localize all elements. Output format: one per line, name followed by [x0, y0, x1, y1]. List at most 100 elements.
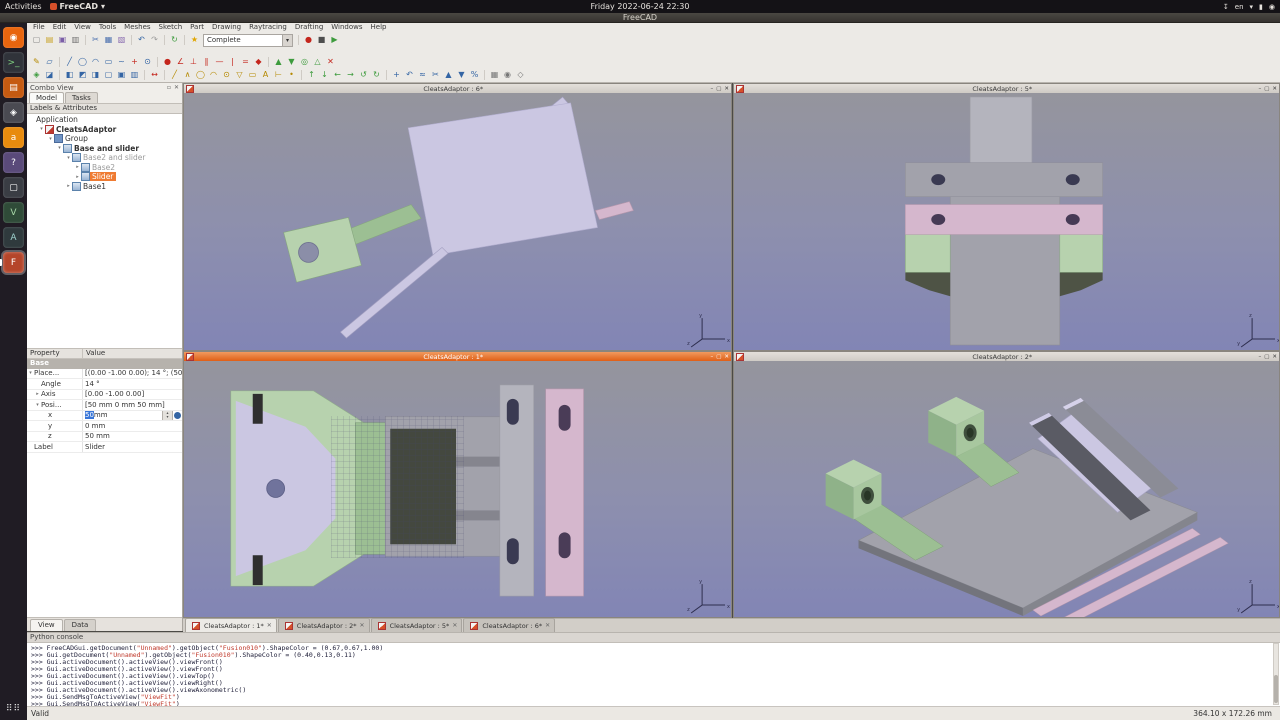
part-cross-bar[interactable] — [905, 163, 1102, 197]
view-axonometric-icon[interactable]: ◪ — [44, 69, 56, 81]
close-tab-icon[interactable]: ✕ — [267, 622, 272, 629]
workbench-star-icon[interactable]: ★ — [189, 34, 201, 46]
tree-item-base-and-slider[interactable]: ▾Base and slider — [27, 144, 182, 154]
viewport-2[interactable]: x z y — [734, 361, 1279, 617]
menu-view[interactable]: View — [70, 23, 95, 32]
view-left-icon[interactable]: ▥ — [129, 69, 141, 81]
maximize-icon[interactable]: ▢ — [716, 86, 721, 92]
rotate-cw-icon[interactable]: ↻ — [371, 69, 383, 81]
property-row-place[interactable]: ▾Place...[(0.00 -1.00 0.00); 14 °; (50 m… — [27, 369, 182, 380]
minimize-icon[interactable]: – — [710, 354, 713, 360]
draft-dimension-icon[interactable]: ⊢ — [273, 69, 285, 81]
property-row-x[interactable]: x50 mm▴▾ — [27, 411, 182, 422]
maximize-icon[interactable]: ▢ — [1264, 354, 1269, 360]
document-tab-cleatsadaptor-1[interactable]: CleatsAdaptor : 1*✕ — [185, 618, 277, 632]
property-value[interactable]: [(0.00 -1.00 0.00); 14 °; (50 mm 0 mm 5.… — [83, 369, 182, 379]
minimize-icon[interactable]: – — [1258, 354, 1261, 360]
tree-item-base2-and-slider[interactable]: ▾Base2 and slider — [27, 153, 182, 163]
revolve-icon[interactable]: ◎ — [299, 56, 311, 68]
mdi-titlebar-6[interactable]: CleatsAdaptor : 6* – ▢ ✕ — [184, 84, 731, 93]
loft-icon[interactable]: △ — [312, 56, 324, 68]
expression-editor-icon[interactable] — [174, 412, 181, 419]
tree-expand-icon[interactable]: ▾ — [38, 126, 45, 132]
view-right-icon[interactable]: ◨ — [90, 69, 102, 81]
delete-icon[interactable]: ✕ — [325, 56, 337, 68]
menu-part[interactable]: Part — [186, 23, 208, 32]
draft-text-icon[interactable]: A — [260, 69, 272, 81]
mdi-titlebar-5[interactable]: CleatsAdaptor : 5* – ▢ ✕ — [734, 84, 1279, 93]
close-icon[interactable]: ✕ — [1272, 354, 1277, 360]
property-expand-icon[interactable]: ▾ — [27, 370, 34, 376]
sketch-create-icon[interactable]: ✎ — [31, 56, 43, 68]
workbench-selector[interactable]: Complete▾ — [203, 34, 293, 47]
close-icon[interactable]: ✕ — [724, 354, 729, 360]
draft-rectangle-icon[interactable]: ▭ — [247, 69, 259, 81]
working-plane-icon[interactable]: ◇ — [515, 69, 527, 81]
viewport-canvas-2[interactable]: x z y — [734, 361, 1279, 617]
paste-icon[interactable]: ▧ — [116, 34, 128, 46]
menu-help[interactable]: Help — [367, 23, 391, 32]
constraint-vertical-icon[interactable]: | — [227, 56, 239, 68]
constraint-perpendicular-icon[interactable]: ⊥ — [188, 56, 200, 68]
property-expand-icon[interactable]: ▾ — [34, 402, 41, 408]
menu-raytracing[interactable]: Raytracing — [245, 23, 291, 32]
pan-up-icon[interactable]: ↑ — [306, 69, 318, 81]
part-base-plate[interactable] — [408, 103, 597, 255]
maximize-icon[interactable]: ▢ — [716, 354, 721, 360]
viewport-5[interactable]: x z y — [734, 93, 1279, 350]
viewport-canvas-1[interactable]: x y z — [184, 361, 731, 617]
scrollbar-thumb[interactable] — [1274, 675, 1278, 703]
mdi-window-6[interactable]: CleatsAdaptor : 6* – ▢ ✕ — [183, 83, 732, 351]
part-gray-bar[interactable] — [500, 385, 534, 596]
snap-grid-icon[interactable]: ▦ — [489, 69, 501, 81]
draft-trimex-icon[interactable]: ✂ — [430, 69, 442, 81]
macro-execute-icon[interactable]: ▶ — [329, 34, 341, 46]
print-icon[interactable]: ▥ — [70, 34, 82, 46]
screenshot-tool-launcher-icon[interactable]: ▢ — [3, 177, 24, 198]
app-menu-button[interactable]: FreeCAD ▾ — [50, 2, 105, 11]
tree-expand-icon[interactable]: ▾ — [56, 145, 63, 151]
python-console-header[interactable]: Python console — [27, 633, 1280, 643]
sketch-ellipse-icon[interactable]: ⊙ — [142, 56, 154, 68]
tree-item-slider[interactable]: ▸Slider — [27, 172, 182, 182]
terminal-launcher-icon[interactable]: >_ — [3, 52, 24, 73]
draft-move-icon[interactable]: + — [391, 69, 403, 81]
constraint-horizontal-icon[interactable]: — — [214, 56, 226, 68]
pan-left-icon[interactable]: ← — [332, 69, 344, 81]
tree-expand-icon[interactable]: ▸ — [74, 174, 81, 180]
tab-model[interactable]: Model — [29, 92, 64, 103]
new-document-icon[interactable]: ▢ — [31, 34, 43, 46]
constraint-equal-icon[interactable]: = — [240, 56, 252, 68]
console-scrollbar[interactable] — [1273, 643, 1279, 705]
close-icon[interactable]: ✕ — [724, 86, 729, 92]
tree-expand-icon[interactable]: ▾ — [65, 155, 72, 161]
constraint-coincident-icon[interactable]: ● — [162, 56, 174, 68]
mdi-window-2[interactable]: CleatsAdaptor : 2* – ▢ ✕ — [733, 351, 1280, 618]
value-spinner[interactable]: ▴▾ — [162, 411, 173, 421]
clock[interactable]: Friday 2022-06-24 22:30 — [0, 2, 1280, 11]
part-green-fan[interactable] — [231, 391, 373, 586]
draft-line-icon[interactable]: ╱ — [169, 69, 181, 81]
pad-icon[interactable]: ▲ — [273, 56, 285, 68]
activities-button[interactable]: Activities — [5, 2, 42, 11]
macro-stop-icon[interactable]: ■ — [316, 34, 328, 46]
sketch-rectangle-icon[interactable]: ▭ — [103, 56, 115, 68]
menu-edit[interactable]: Edit — [49, 23, 71, 32]
pocket-icon[interactable]: ▼ — [286, 56, 298, 68]
tree-expand-icon[interactable]: ▸ — [74, 164, 81, 170]
property-expand-icon[interactable]: ▸ — [34, 391, 41, 397]
layout-caret-icon[interactable]: ▾ — [1250, 3, 1254, 11]
python-console-output[interactable]: >>> FreeCADGui.getDocument("Unnamed").ge… — [27, 643, 1280, 707]
view-fit-all-icon[interactable]: ◈ — [31, 69, 43, 81]
measure-distance-icon[interactable]: ↔ — [149, 69, 161, 81]
menu-drafting[interactable]: Drafting — [291, 23, 327, 32]
property-row-label[interactable]: LabelSlider — [27, 442, 182, 453]
vim-launcher-icon[interactable]: V — [3, 202, 24, 223]
cut-icon[interactable]: ✂ — [90, 34, 102, 46]
constraint-parallel-icon[interactable]: ∥ — [201, 56, 213, 68]
firefox-launcher-icon[interactable]: ◉ — [3, 27, 24, 48]
draft-downgrade-icon[interactable]: ▼ — [456, 69, 468, 81]
draft-point-icon[interactable]: • — [286, 69, 298, 81]
draft-circle-icon[interactable]: ◯ — [195, 69, 207, 81]
tab-view[interactable]: View — [30, 619, 63, 631]
